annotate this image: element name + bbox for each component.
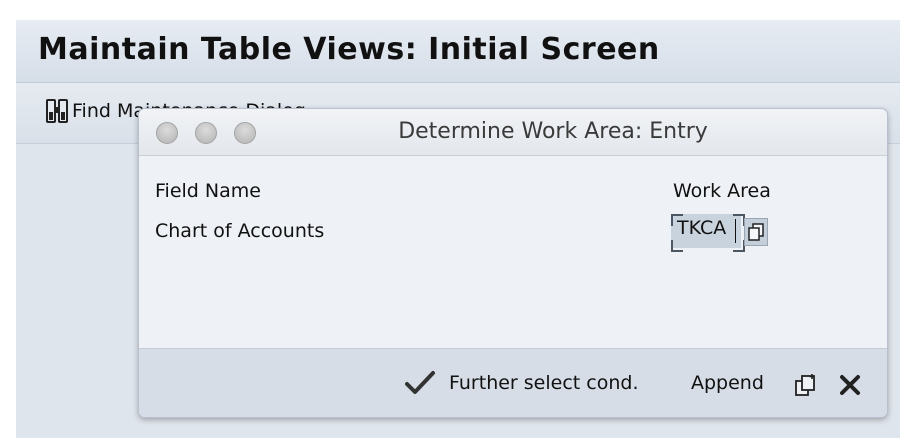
cancel-button[interactable] [839, 371, 861, 399]
cancel-icon [840, 375, 860, 395]
work-area-header: Work Area [673, 180, 771, 202]
focus-bracket [671, 240, 683, 252]
determine-work-area-dialog: Determine Work Area: Entry Field Name Wo… [138, 108, 888, 418]
binoculars-icon [46, 99, 68, 123]
copy-element-button[interactable] [794, 371, 820, 399]
further-select-cond-button[interactable]: Further select cond. [405, 369, 638, 397]
value-help-icon [748, 223, 764, 241]
screen-title-bar: Maintain Table Views: Initial Screen [16, 20, 900, 83]
work-area-field-wrapper: TKCA [671, 214, 745, 252]
further-select-cond-label: Further select cond. [449, 372, 639, 394]
append-label: Append [691, 372, 764, 394]
text-cursor [735, 219, 736, 243]
focus-bracket [671, 214, 683, 226]
dialog-footer: Further select cond. Append [139, 348, 887, 417]
screen-title: Maintain Table Views: Initial Screen [38, 32, 660, 67]
field-name-header: Field Name [155, 180, 261, 202]
dialog-body: Field Name Work Area Chart of Accounts T… [139, 156, 887, 348]
value-help-button[interactable] [744, 218, 768, 246]
copy-element-icon [795, 374, 815, 396]
dialog-title-bar[interactable]: Determine Work Area: Entry [139, 109, 887, 156]
chart-of-accounts-label: Chart of Accounts [155, 220, 325, 242]
top-strip [0, 0, 900, 20]
checkmark-icon [405, 371, 435, 394]
append-button[interactable]: Append [691, 369, 764, 397]
dialog-title: Determine Work Area: Entry [398, 119, 708, 144]
